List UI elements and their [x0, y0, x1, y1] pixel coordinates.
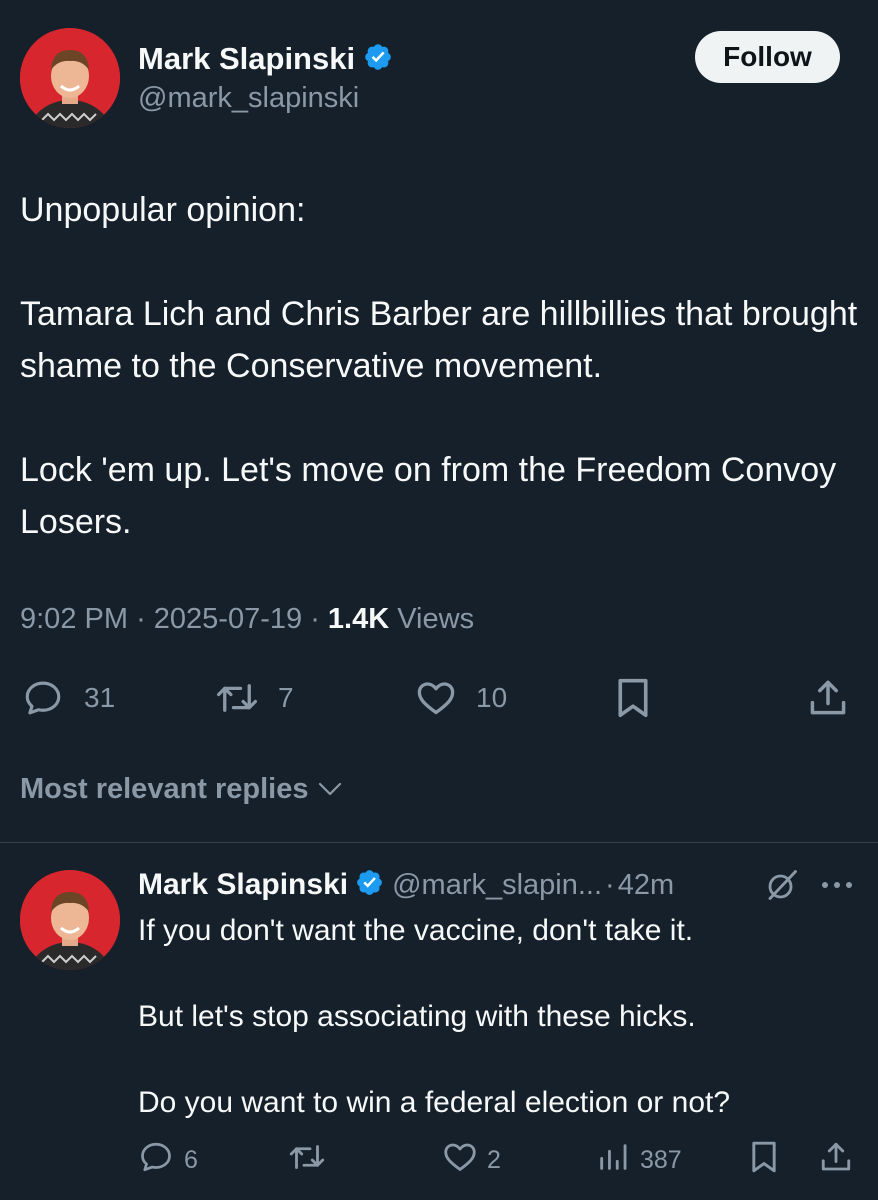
reply-icon — [22, 677, 64, 719]
reply-author-handle[interactable]: @mark_slapin... — [392, 869, 602, 902]
meta-separator: · — [136, 603, 154, 635]
tweet-time[interactable]: 9:02 PM — [20, 603, 128, 635]
share-button[interactable] — [806, 676, 850, 720]
reply-icon — [138, 1139, 174, 1182]
repost-icon — [214, 677, 260, 719]
author-name-row[interactable]: Mark Slapinski — [138, 40, 393, 78]
bookmark-icon — [613, 676, 653, 720]
reply-reply-action[interactable]: 6 — [138, 1141, 198, 1179]
tweet-text: Unpopular opinion: Tamara Lich and Chris… — [20, 191, 858, 541]
share-icon — [818, 1139, 854, 1182]
meta-separator: · — [310, 603, 328, 635]
author-handle[interactable]: @mark_slapinski — [138, 82, 359, 115]
repost-action[interactable]: 7 — [214, 676, 294, 720]
verified-badge-icon — [363, 42, 393, 77]
meta-separator: · — [605, 868, 615, 901]
author-name[interactable]: Mark Slapinski — [138, 41, 355, 77]
like-action[interactable]: 10 — [414, 676, 507, 720]
like-count: 10 — [476, 682, 508, 713]
reply-repost-action[interactable] — [287, 1141, 327, 1179]
reply-views-count: 387 — [640, 1145, 682, 1174]
bookmark-icon — [748, 1139, 780, 1182]
replies-sort-label: Most relevant replies — [20, 772, 309, 805]
replies-sort-toggle[interactable]: Most relevant replies — [20, 770, 343, 808]
tweet-date[interactable]: 2025-07-19 — [154, 603, 302, 635]
reply-author-name[interactable]: Mark Slapinski — [138, 868, 348, 902]
repost-count: 7 — [278, 682, 294, 713]
grok-icon[interactable] — [764, 867, 800, 908]
reply-header: Mark Slapinski @mark_slapin... · 42m — [138, 864, 674, 906]
reply-count: 31 — [84, 682, 116, 713]
reply-text: If you don't want the vaccine, don't tak… — [138, 914, 731, 1119]
verified-badge-icon — [355, 868, 384, 902]
heart-icon — [441, 1139, 479, 1182]
reply-views-action[interactable]: 387 — [596, 1141, 682, 1179]
reply-time[interactable]: 42m — [618, 869, 674, 902]
reply-share-button[interactable] — [818, 1141, 854, 1179]
follow-button[interactable]: Follow — [695, 31, 840, 83]
repost-icon — [287, 1139, 327, 1182]
more-options-icon[interactable] — [818, 870, 856, 905]
tweet-meta: 9:02 PM · 2025-07-19 · 1.4K Views — [20, 603, 474, 636]
views-count: 1.4K — [327, 603, 390, 635]
reply-like-action[interactable]: 2 — [441, 1141, 501, 1179]
author-avatar[interactable] — [20, 28, 120, 128]
reply-bookmark-button[interactable] — [748, 1141, 780, 1179]
reply-reply-count: 6 — [184, 1145, 198, 1174]
reply-author-avatar[interactable] — [20, 870, 120, 970]
section-divider — [0, 842, 878, 843]
share-icon — [806, 676, 850, 720]
bookmark-button[interactable] — [613, 676, 653, 720]
views-label: Views — [397, 603, 475, 635]
heart-icon — [414, 677, 458, 719]
views-chart-icon — [596, 1140, 630, 1181]
reply-like-count: 2 — [487, 1145, 501, 1174]
reply-action[interactable]: 31 — [22, 676, 115, 720]
chevron-down-icon — [317, 773, 343, 806]
